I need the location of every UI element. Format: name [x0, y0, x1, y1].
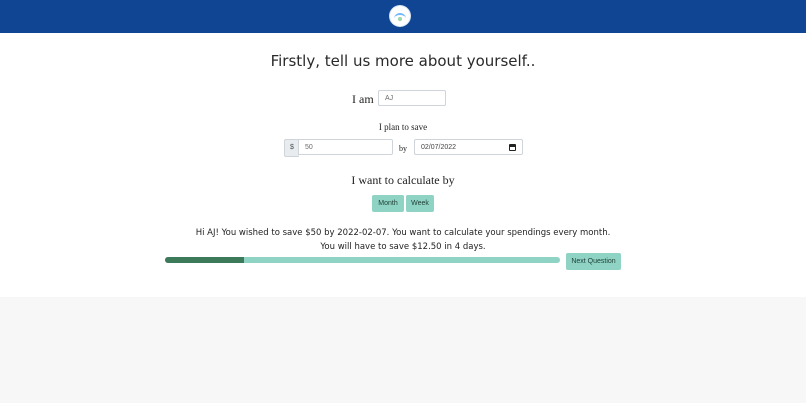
- date-input[interactable]: 02/07/2022: [414, 139, 523, 155]
- next-question-button[interactable]: Next Question: [566, 253, 621, 270]
- top-header: [0, 0, 806, 33]
- amount-input[interactable]: [298, 139, 393, 155]
- page-title: Firstly, tell us more about yourself..: [270, 52, 536, 70]
- summary-line-2: You will have to save $12.50 in 4 days.: [320, 242, 486, 252]
- name-input[interactable]: [378, 90, 446, 106]
- app-logo[interactable]: [390, 6, 410, 26]
- month-button[interactable]: Month: [372, 195, 404, 212]
- summary-text: Hi AJ! You wished to save $50 by 2022-02…: [0, 226, 806, 254]
- by-label: by: [399, 144, 407, 153]
- logo-dot-icon: [398, 17, 402, 21]
- week-button[interactable]: Week: [406, 195, 434, 212]
- plan-label: I plan to save: [378, 122, 428, 132]
- calendar-icon[interactable]: [509, 144, 516, 151]
- date-value: 02/07/2022: [421, 144, 457, 151]
- name-label: I am: [352, 92, 374, 106]
- progress-bar-fill: [165, 257, 244, 263]
- currency-prefix: $: [284, 139, 299, 157]
- calculate-by-label: I want to calculate by: [351, 173, 455, 187]
- progress-bar: [165, 257, 560, 263]
- summary-line-1: Hi AJ! You wished to save $50 by 2022-02…: [195, 228, 611, 238]
